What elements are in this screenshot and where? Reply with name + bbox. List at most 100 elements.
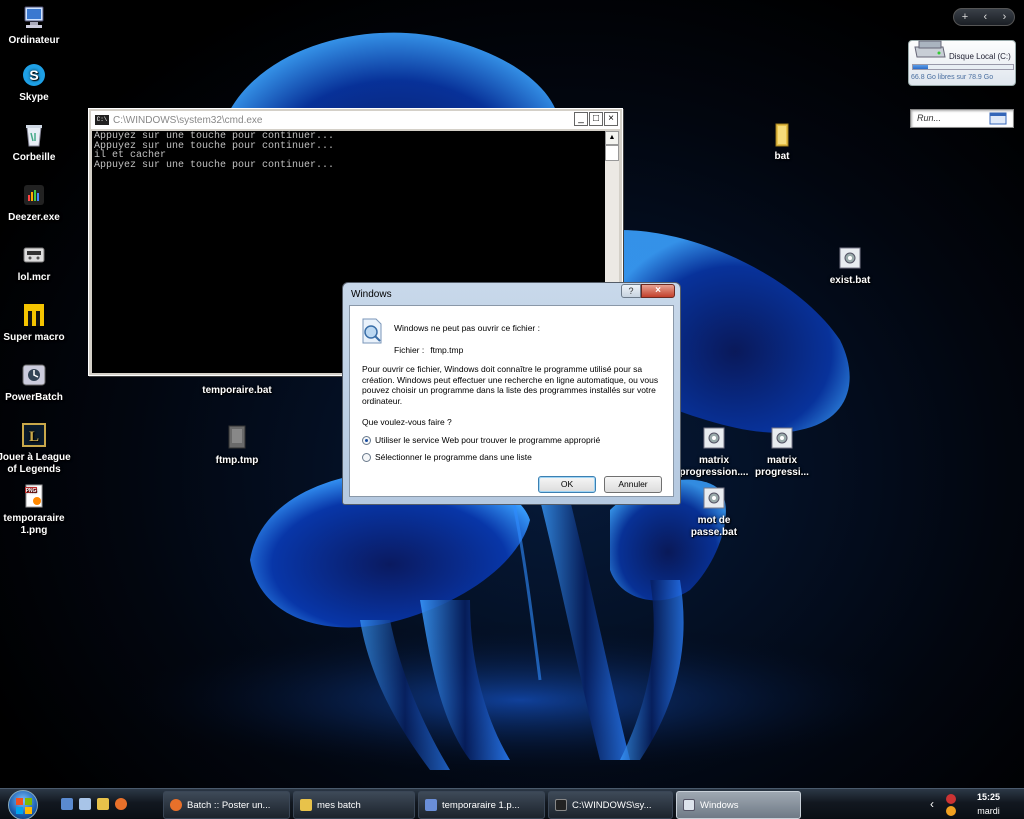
previous-gadget-button[interactable]: ‹ (984, 11, 988, 23)
clock[interactable]: 15:25 mardi (977, 792, 1000, 817)
cmd-window-icon: C:\ (95, 115, 109, 125)
desktop-icon-skype[interactable]: S Skype (0, 61, 74, 104)
disk-free-info: 66.8 Go libres sur 78.9 Go (911, 74, 994, 81)
desktop-icon-label: Jouer à League of Legends (0, 452, 71, 475)
console-line: Appuyez sur une touche pour continuer... (94, 140, 335, 152)
clock-day: mardi (977, 806, 1000, 816)
desktop-icon-super-macro[interactable]: Super macro (0, 301, 74, 344)
desktop-icon-deezer[interactable]: Deezer.exe (0, 181, 74, 224)
close-button[interactable]: × (604, 112, 618, 126)
show-hidden-icons-button[interactable]: ‹ (930, 797, 934, 811)
desktop-icon-label: temporaraire 1.png (3, 513, 65, 536)
option-label: Sélectionner le programme dans une liste (375, 452, 532, 462)
desktop-icon-label: Deezer.exe (8, 212, 60, 223)
cmd-window-title: C:\WINDOWS\system32\cmd.exe (113, 114, 263, 126)
svg-text:S: S (29, 67, 38, 83)
clock-time: 15:25 (976, 792, 1000, 802)
paint-icon (425, 799, 437, 811)
desktop-icon-bat-folder[interactable]: bat (742, 120, 822, 163)
hard-drive-icon (914, 40, 946, 58)
ok-button[interactable]: OK (538, 476, 596, 493)
taskbar-item-label: Windows (700, 799, 739, 811)
firefox-icon[interactable] (115, 798, 127, 810)
open-with-dialog[interactable]: Windows ? × Windows ne peut pas ouvrir c… (342, 282, 681, 505)
taskbar: Batch :: Poster un... mes batch temporar… (0, 788, 1024, 819)
start-button[interactable] (8, 790, 38, 819)
file-value: ftmp.tmp (430, 345, 464, 355)
add-gadget-button[interactable]: + (962, 11, 968, 23)
desktop-icon-label: exist.bat (829, 275, 871, 286)
switch-windows-icon[interactable] (79, 798, 91, 810)
help-button[interactable]: ? (621, 284, 641, 298)
next-gadget-button[interactable]: › (1003, 11, 1007, 23)
taskbar-item-paint[interactable]: temporaraire 1.p... (418, 791, 545, 819)
desktop-icon-league-of-legends[interactable]: L Jouer à League of Legends (0, 421, 74, 476)
taskbar-item-windows-dialog[interactable]: Windows (676, 791, 801, 819)
taskbar-item-label: mes batch (317, 799, 361, 811)
batch-gear-icon (703, 487, 725, 509)
dialog-file-row: Fichier : ftmp.tmp (394, 345, 463, 355)
super-macro-icon (24, 304, 44, 326)
desktop-icon-exist-bat[interactable]: exist.bat (810, 244, 890, 287)
desktop-icon-matrix-progression-2[interactable]: matrix progressi... (742, 424, 822, 479)
cmd-titlebar[interactable]: C:\ C:\WINDOWS\system32\cmd.exe _ □ × (91, 111, 620, 129)
scroll-thumb[interactable] (605, 145, 619, 161)
cancel-button[interactable]: Annuler (604, 476, 662, 493)
desktop-icon-label: Corbeille (12, 152, 56, 163)
system-tray: ‹ 15:25 mardi (930, 789, 1024, 819)
desktop-icon-label: Ordinateur (8, 35, 60, 46)
png-file-icon: PNG (25, 484, 43, 508)
desktop-icon-corbeille[interactable]: Corbeille (0, 121, 74, 164)
desktop-icon-label: mot de passe.bat (690, 515, 738, 538)
desktop-icon-ftmp-tmp[interactable]: ftmp.tmp (197, 424, 277, 467)
explorer-icon[interactable] (97, 798, 109, 810)
desktop-icon-ordinateur[interactable]: Ordinateur (0, 4, 74, 47)
skype-icon: S (23, 64, 45, 86)
radio-button[interactable] (362, 452, 371, 462)
disk-space-gadget[interactable]: Disque Local (C:) 66.8 Go libres sur 78.… (908, 40, 1016, 86)
dialog-title: Windows (351, 288, 392, 300)
scroll-up-arrow-icon[interactable]: ▲ (605, 131, 619, 145)
computer-icon (24, 6, 44, 28)
batch-gear-icon (771, 427, 793, 449)
dialog-heading: Windows ne peut pas ouvrir ce fichier : (394, 323, 540, 333)
maximize-button[interactable]: □ (589, 112, 603, 126)
taskbar-item-firefox[interactable]: Batch :: Poster un... (163, 791, 290, 819)
close-button[interactable]: × (641, 284, 675, 298)
desktop-icon-label: lol.mcr (17, 272, 51, 283)
tray-status-icon[interactable] (946, 806, 956, 816)
desktop-icon-mot-de-passe[interactable]: mot de passe.bat (674, 484, 754, 539)
disk-title: Disque Local (C:) (949, 52, 1011, 61)
sidebar-gadget-controls: + ‹ › (953, 8, 1015, 26)
option-web-service[interactable]: Utiliser le service Web pour trouver le … (362, 435, 600, 445)
taskbar-item-mes-batch[interactable]: mes batch (293, 791, 415, 819)
search-file-icon (362, 318, 382, 344)
dialog-description: Pour ouvrir ce fichier, Windows doit con… (362, 364, 659, 406)
option-label: Utiliser le service Web pour trouver le … (375, 435, 601, 445)
taskbar-item-cmd[interactable]: C:\WINDOWS\sy... (548, 791, 673, 819)
firefox-icon (170, 799, 182, 811)
window-icon (683, 799, 695, 811)
cmd-icon (555, 799, 567, 811)
league-of-legends-icon: L (22, 423, 46, 447)
run-gadget[interactable]: Run... (910, 109, 1014, 128)
batch-gear-icon (839, 247, 861, 269)
batch-gear-icon (703, 427, 725, 449)
show-desktop-icon[interactable] (61, 798, 73, 810)
tray-app-icon[interactable] (946, 794, 956, 804)
run-window-icon (989, 112, 1007, 125)
desktop-icon-temporaraire-png[interactable]: PNG temporaraire 1.png (0, 482, 74, 537)
recycle-bin-icon (26, 125, 42, 147)
option-select-program[interactable]: Sélectionner le programme dans une liste (362, 452, 532, 462)
desktop-icon-label: ftmp.tmp (215, 455, 259, 466)
taskbar-item-label: temporaraire 1.p... (442, 799, 520, 811)
desktop-icon-powerbatch[interactable]: PowerBatch (0, 361, 74, 404)
deezer-icon (24, 185, 44, 205)
windows-logo-icon (16, 798, 32, 814)
taskbar-item-label: Batch :: Poster un... (187, 799, 271, 811)
radio-button-selected[interactable] (362, 435, 371, 445)
taskbar-item-label: C:\WINDOWS\sy... (572, 799, 652, 811)
desktop-icon-lol-mcr[interactable]: lol.mcr (0, 241, 74, 284)
minimize-button[interactable]: _ (574, 112, 588, 126)
macro-file-icon (23, 247, 45, 263)
